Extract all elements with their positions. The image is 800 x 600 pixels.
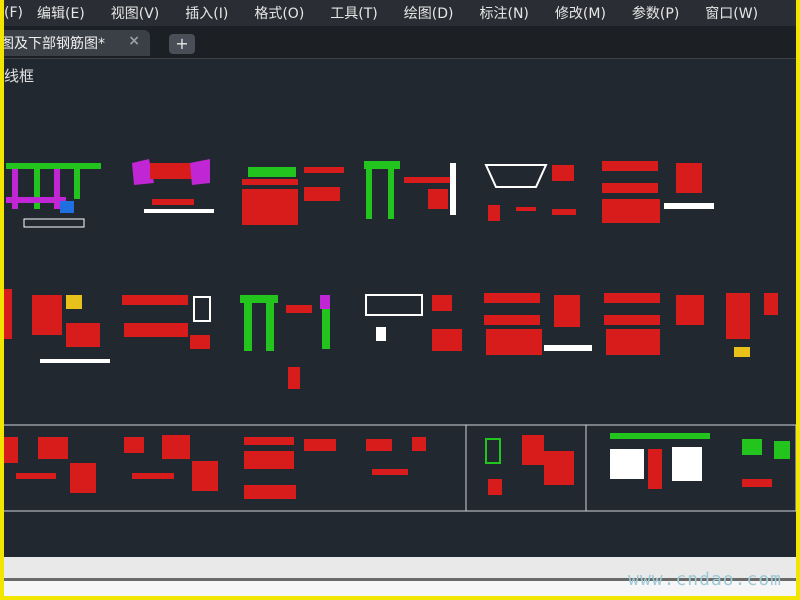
drawing-viewport[interactable]: 线框 bbox=[4, 59, 796, 557]
drawing-sheet-9 bbox=[240, 295, 330, 389]
drawing-sheet-8 bbox=[122, 295, 211, 349]
menu-file[interactable]: (F) bbox=[4, 5, 23, 21]
cad-window: (F) 编辑(E) 视图(V) 插入(I) 格式(O) 工具(T) 绘图(D) … bbox=[4, 0, 796, 596]
drawing-sheet-17 bbox=[485, 435, 574, 495]
menu-bar: (F) 编辑(E) 视图(V) 插入(I) 格式(O) 工具(T) 绘图(D) … bbox=[4, 0, 796, 26]
document-tab-label: 图及下部钢筋图* bbox=[4, 36, 105, 52]
drawing-sheet-11 bbox=[484, 293, 592, 355]
watermark: www.cndao.com bbox=[628, 569, 782, 590]
drawing-sheet-16 bbox=[366, 437, 426, 475]
menu-modify[interactable]: 修改(M) bbox=[555, 3, 606, 23]
drawing-sheet-12 bbox=[604, 293, 778, 357]
menu-edit[interactable]: 编辑(E) bbox=[37, 3, 85, 23]
drawing-sheet-6 bbox=[602, 161, 714, 223]
menu-insert[interactable]: 插入(I) bbox=[185, 3, 228, 23]
drawing-sheet-3 bbox=[242, 167, 344, 225]
new-tab-button[interactable]: + bbox=[169, 34, 195, 54]
visual-style-label[interactable]: 线框 bbox=[4, 65, 34, 86]
menu-parametric[interactable]: 参数(P) bbox=[632, 3, 679, 23]
drawing-canvas bbox=[4, 159, 796, 512]
menu-format[interactable]: 格式(O) bbox=[254, 3, 304, 23]
menu-tools[interactable]: 工具(T) bbox=[330, 3, 377, 23]
document-tab[interactable]: 图及下部钢筋图* × bbox=[4, 30, 150, 56]
drawing-sheet-10 bbox=[365, 294, 462, 351]
drawing-sheet-14 bbox=[124, 435, 218, 491]
menu-dimension[interactable]: 标注(N) bbox=[480, 3, 529, 23]
drawing-sheet-13 bbox=[4, 437, 96, 493]
drawing-sheet-5 bbox=[484, 164, 576, 221]
drawing-sheet-15 bbox=[244, 437, 336, 499]
menu-window[interactable]: 窗口(W) bbox=[705, 3, 758, 23]
menu-draw[interactable]: 绘图(D) bbox=[404, 3, 454, 23]
drawing-sheet-18 bbox=[610, 433, 790, 489]
document-tab-bar: 图及下部钢筋图* × bbox=[4, 26, 796, 59]
drawing-sheet-4 bbox=[364, 161, 456, 219]
menu-view[interactable]: 视图(V) bbox=[111, 3, 160, 23]
drawing-sheet-7 bbox=[4, 289, 110, 363]
close-icon[interactable]: × bbox=[128, 33, 140, 49]
drawing-sheet-2 bbox=[132, 159, 214, 213]
drawing-sheet-1 bbox=[6, 163, 101, 228]
